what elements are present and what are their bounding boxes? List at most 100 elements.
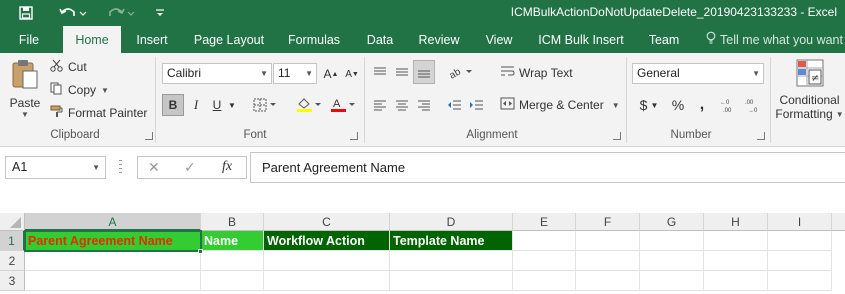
cell-g1[interactable] <box>640 231 704 251</box>
cell-a1[interactable]: Parent Agreement Name <box>25 231 201 251</box>
fill-handle[interactable] <box>198 249 203 254</box>
align-center-icon[interactable] <box>392 94 412 116</box>
row-header-1[interactable]: 1 <box>0 231 25 251</box>
chevron-down-icon[interactable]: ▼ <box>226 94 238 116</box>
cell-h1[interactable] <box>704 231 768 251</box>
cell-b1[interactable]: Name <box>201 231 264 251</box>
fill-color-icon[interactable] <box>294 94 324 116</box>
column-header-c[interactable]: C <box>264 213 390 231</box>
merge-center-button[interactable]: Merge & Center ▼ <box>500 95 620 115</box>
tab-icm-bulk-insert[interactable]: ICM Bulk Insert <box>533 26 629 53</box>
increase-decimal-icon[interactable]: ←0.00 <box>718 94 740 116</box>
font-launcher-icon[interactable] <box>350 132 358 140</box>
format-painter-button[interactable]: Format Painter <box>50 104 147 122</box>
paste-button[interactable]: Paste ▼ <box>8 59 42 125</box>
redo-icon[interactable] <box>104 0 138 26</box>
cell-b3[interactable] <box>201 271 264 291</box>
cell-d2[interactable] <box>390 251 513 271</box>
tab-team[interactable]: Team <box>642 26 686 53</box>
italic-button[interactable]: I <box>186 94 206 116</box>
column-header-b[interactable]: B <box>201 213 264 231</box>
cell-g2[interactable] <box>640 251 704 271</box>
tab-home[interactable]: Home <box>63 26 121 54</box>
cut-button[interactable]: Cut <box>50 58 87 76</box>
clipboard-launcher-icon[interactable] <box>145 132 153 140</box>
cell-i1[interactable] <box>768 231 832 251</box>
bottom-align-icon[interactable] <box>413 60 435 84</box>
column-header-e[interactable]: E <box>513 213 576 231</box>
cell-c3[interactable] <box>264 271 390 291</box>
font-size-select[interactable]: 11 ▼ <box>273 63 317 84</box>
cancel-icon[interactable]: ✕ <box>148 159 160 176</box>
column-header-h[interactable]: H <box>704 213 768 231</box>
alignment-launcher-icon[interactable] <box>613 132 621 140</box>
cell-f3[interactable] <box>576 271 640 291</box>
cell-c1[interactable]: Workflow Action <box>264 231 390 251</box>
cell-i2[interactable] <box>768 251 832 271</box>
wrap-text-button[interactable]: Wrap Text <box>500 63 573 83</box>
cell-d3[interactable] <box>390 271 513 291</box>
number-format-select[interactable]: General ▼ <box>632 63 764 84</box>
cell-e3[interactable] <box>513 271 576 291</box>
decrease-decimal-icon[interactable]: .00 →0 <box>743 94 765 116</box>
number-launcher-icon[interactable] <box>757 132 765 140</box>
paste-icon <box>10 59 40 94</box>
column-header-i[interactable]: I <box>768 213 832 231</box>
cell-g3[interactable] <box>640 271 704 291</box>
cell-c2[interactable] <box>264 251 390 271</box>
cell-e2[interactable] <box>513 251 576 271</box>
font-color-icon[interactable]: A <box>328 94 358 116</box>
cell-h2[interactable] <box>704 251 768 271</box>
copy-button[interactable]: Copy ▼ <box>50 81 109 99</box>
name-box[interactable]: A1 ▼ <box>5 156 106 179</box>
tab-view[interactable]: View <box>478 26 520 53</box>
bold-button[interactable]: B <box>162 94 184 116</box>
tab-data[interactable]: Data <box>360 26 400 53</box>
tab-review[interactable]: Review <box>412 26 466 53</box>
formula-bar-grip[interactable] <box>119 160 122 176</box>
conditional-formatting-button[interactable]: ≠ Conditional Formatting ▼ <box>774 58 845 128</box>
decrease-indent-icon[interactable] <box>444 94 464 116</box>
cell-e1[interactable] <box>513 231 576 251</box>
cell-d1[interactable]: Template Name <box>390 231 513 251</box>
cell-i3[interactable] <box>768 271 832 291</box>
tab-insert[interactable]: Insert <box>130 26 174 53</box>
formula-input[interactable]: Parent Agreement Name <box>250 152 845 183</box>
comma-style-icon[interactable]: , <box>692 94 712 116</box>
customize-icon[interactable] <box>152 0 168 26</box>
column-header-f[interactable]: F <box>576 213 640 231</box>
currency-icon[interactable]: $ ▼ <box>636 94 662 116</box>
font-name-select[interactable]: Calibri ▼ <box>162 63 272 84</box>
tab-formulas[interactable]: Formulas <box>283 26 345 53</box>
insert-function-icon[interactable]: fx <box>222 159 232 175</box>
save-icon[interactable] <box>14 0 38 26</box>
underline-button[interactable]: U <box>208 94 226 116</box>
row-header-3[interactable]: 3 <box>0 271 25 291</box>
column-header-a[interactable]: A <box>25 213 201 231</box>
middle-align-icon[interactable] <box>392 62 412 82</box>
cell-f1[interactable] <box>576 231 640 251</box>
align-right-icon[interactable] <box>414 94 434 116</box>
orientation-icon[interactable]: ab <box>446 62 476 82</box>
select-all-corner[interactable] <box>0 213 25 231</box>
row-header-2[interactable]: 2 <box>0 251 25 271</box>
column-header-g[interactable]: G <box>640 213 704 231</box>
align-left-icon[interactable] <box>370 94 390 116</box>
cell-a2[interactable] <box>25 251 201 271</box>
tab-page-layout[interactable]: Page Layout <box>188 26 270 53</box>
cell-h3[interactable] <box>704 271 768 291</box>
percent-icon[interactable]: % <box>668 94 688 116</box>
cell-f2[interactable] <box>576 251 640 271</box>
tell-me-search[interactable]: Tell me what you want <box>706 26 843 53</box>
cell-b2[interactable] <box>201 251 264 271</box>
decrease-font-size-icon[interactable]: A ▼ <box>342 64 362 84</box>
undo-icon[interactable] <box>56 0 90 26</box>
cell-a3[interactable] <box>25 271 201 291</box>
increase-font-size-icon[interactable]: A ▲ <box>321 64 341 84</box>
column-header-d[interactable]: D <box>390 213 513 231</box>
top-align-icon[interactable] <box>370 62 390 82</box>
borders-icon[interactable] <box>250 94 280 116</box>
tab-file[interactable]: File <box>10 26 48 53</box>
increase-indent-icon[interactable] <box>466 94 486 116</box>
enter-icon[interactable]: ✓ <box>184 159 196 176</box>
